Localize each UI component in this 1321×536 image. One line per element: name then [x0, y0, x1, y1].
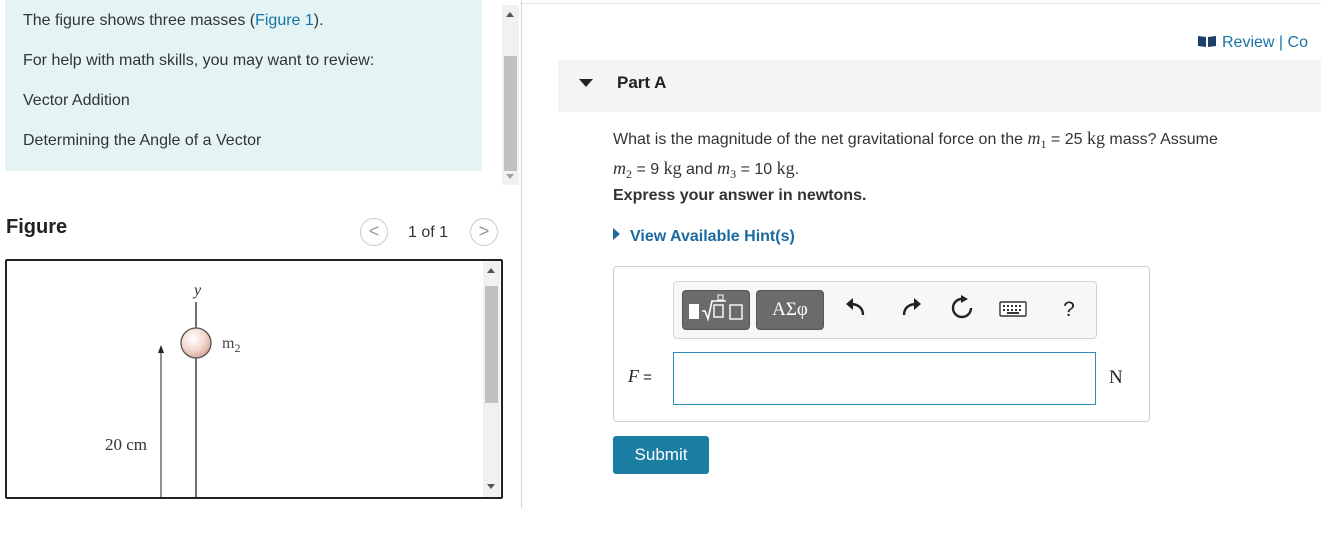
review-link[interactable]: Review | Co — [1197, 34, 1308, 52]
figure-scroll-up-icon[interactable] — [487, 268, 495, 273]
figure-scroll-down-icon[interactable] — [487, 484, 495, 489]
intro-text: The figure shows three masses (Figure 1)… — [23, 12, 324, 29]
previous-figure-button[interactable]: < — [360, 218, 388, 246]
templates-button[interactable] — [682, 290, 750, 330]
dimension-arrowhead — [158, 345, 164, 353]
chevron-left-icon: < — [368, 221, 380, 241]
figure-scroll-thumb[interactable] — [485, 286, 498, 403]
reset-icon[interactable] — [947, 295, 977, 325]
info-panel: The figure shows three masses (Figure 1)… — [5, 0, 482, 171]
part-a-header[interactable]: Part A — [558, 60, 1321, 112]
mass-m2-label: m2 — [222, 335, 240, 355]
figure-diagram: y m2 20 cm — [103, 282, 240, 497]
dimension-label: 20 cm — [105, 435, 147, 454]
scroll-thumb[interactable] — [504, 56, 517, 171]
math-toolbar: ΑΣφ ? — [673, 281, 1097, 339]
scroll-down-icon[interactable] — [506, 174, 514, 179]
redo-icon[interactable] — [896, 295, 926, 325]
caret-down-icon[interactable] — [579, 79, 593, 87]
figure-link[interactable]: Figure 1 — [255, 12, 314, 29]
mass-m2 — [180, 327, 212, 359]
answer-unit: N — [1109, 367, 1123, 388]
undo-icon[interactable] — [841, 295, 871, 325]
help-icon[interactable]: ? — [1054, 295, 1084, 325]
submit-button[interactable]: Submit — [613, 436, 709, 474]
figure-pager: 1 of 1 — [408, 224, 449, 241]
keyboard-icon[interactable] — [998, 295, 1028, 325]
next-figure-button[interactable]: > — [470, 218, 498, 246]
answer-input[interactable] — [673, 352, 1096, 405]
pane-divider — [521, 0, 522, 508]
greek-symbols-button[interactable]: ΑΣφ — [756, 290, 824, 330]
link-vector-addition[interactable]: Vector Addition — [23, 92, 130, 110]
express-instruction: Express your answer in newtons. — [613, 187, 867, 204]
top-divider — [520, 3, 1321, 4]
answer-label: F = — [628, 366, 652, 386]
info-scrollbar[interactable] — [502, 5, 519, 185]
figure-scrollbar[interactable] — [483, 261, 500, 497]
link-angle-of-vector[interactable]: Determining the Angle of a Vector — [23, 132, 261, 150]
figure-box: y m2 20 cm — [5, 259, 503, 499]
view-hints-link[interactable]: View Available Hint(s) — [613, 228, 795, 246]
book-icon — [1198, 36, 1216, 47]
scroll-up-icon[interactable] — [506, 12, 514, 17]
figure-title: Figure — [6, 216, 68, 238]
part-a-label: Part A — [617, 73, 667, 92]
caret-right-icon — [613, 228, 620, 240]
templates-icon — [689, 294, 743, 322]
question-text: What is the magnitude of the net gravita… — [613, 128, 1218, 182]
chevron-right-icon: > — [478, 221, 490, 241]
help-text: For help with math skills, you may want … — [23, 52, 375, 69]
y-axis-label: y — [192, 282, 202, 299]
